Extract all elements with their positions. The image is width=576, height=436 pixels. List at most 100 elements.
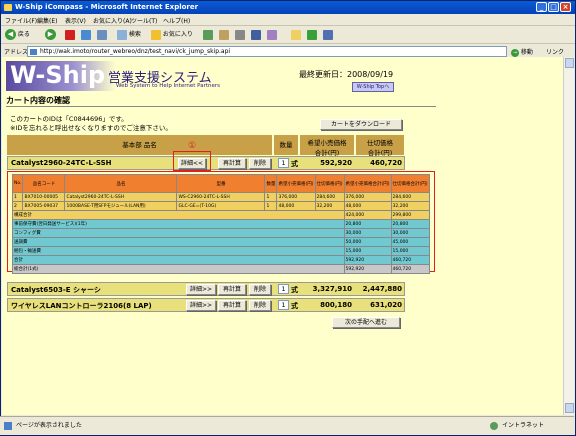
stop-button[interactable] [65, 29, 75, 41]
detail-col-unit-price: 希望小売価格(円) [276, 174, 316, 193]
favorites-button[interactable]: お気に入り [151, 29, 193, 41]
detail-col-unit-cost: 仕切価格(円) [314, 174, 345, 193]
close-button[interactable]: × [560, 2, 571, 12]
back-arrow-icon: ◀ [5, 29, 16, 40]
summary-label: 梱包・輸送費 [12, 246, 345, 256]
detail-col-total-cost: 仕切価格合計(円) [390, 174, 430, 193]
delete-button[interactable]: 削除 [249, 158, 271, 169]
detail-col-code: 品名コード [22, 174, 66, 193]
scroll-up-arrow-icon[interactable] [565, 58, 574, 68]
logo-text: W-Ship [10, 61, 106, 89]
go-label: 移動 [520, 49, 533, 56]
col-qty-header: 数量 [274, 135, 298, 155]
address-input[interactable]: http://wak.imoto/router_webreo/dnz/test_… [27, 46, 507, 57]
cell: 1 [264, 192, 278, 202]
refresh-icon [81, 29, 91, 40]
back-label: 戻る [17, 31, 30, 38]
edit-button[interactable] [251, 29, 261, 41]
cell: 1 [11, 192, 24, 202]
menu-help[interactable]: ヘルプ(H) [163, 16, 190, 25]
minimize-button[interactable]: _ [536, 2, 547, 12]
delete-button[interactable]: 削除 [249, 284, 271, 295]
discuss-button[interactable] [267, 29, 277, 41]
menu-bar: ファイル(F) 編集(E) 表示(V) お気に入り(A) ツール(T) ヘルプ(… [1, 14, 575, 26]
summary-cost: 15,000 [390, 246, 430, 256]
menu-edit[interactable]: 編集(E) [37, 16, 57, 25]
cell: BX7010-00005 [22, 192, 66, 202]
zone-text: イントラネット [502, 422, 545, 429]
home-button[interactable] [97, 29, 107, 41]
logo-sub-text: Web System to Help Internet Partners [116, 83, 220, 89]
product-price: 3,327,910 [312, 285, 352, 293]
search-label: 検索 [128, 31, 141, 38]
menu-tools[interactable]: ツール(T) [131, 16, 157, 25]
wship-top-link[interactable]: W-Ship Topへ [352, 82, 394, 92]
toolbar: ◀ 戻る ▶ 検索 お気に入り [1, 26, 575, 44]
detail-col-total-price: 希望小売価格合計(円) [343, 174, 392, 193]
menu-view[interactable]: 表示(V) [65, 16, 86, 25]
summary-row: コンフィグ費 30,000 30,000 [12, 228, 430, 238]
summary-row: 事前保守費(翌日発送サービス)(1年) 20,800 20,800 [12, 219, 430, 229]
forward-button[interactable]: ▶ [45, 29, 56, 41]
search-button[interactable]: 検索 [117, 29, 141, 41]
cell: 48,000 [276, 201, 316, 211]
cell: 1000BASE-T用SFPモジュール(LAN用) [64, 201, 178, 211]
search-icon [117, 29, 127, 40]
detail-toggle-button[interactable]: 詳細>> [186, 300, 216, 311]
menu-file[interactable]: ファイル(F) [5, 16, 37, 25]
summary-price: 20,800 [343, 219, 392, 229]
mail-button[interactable] [219, 29, 229, 41]
window-title: W-Ship iCompass - Microsoft Internet Exp… [15, 3, 199, 11]
vertical-scrollbar[interactable] [563, 57, 574, 415]
col-price-header: 希望小売価格 合計(円) [300, 135, 354, 157]
cell: BX7005-09037 [22, 201, 66, 211]
go-button[interactable]: → 移動 [511, 47, 533, 57]
mail-icon [219, 29, 229, 40]
product-name: Catalyst6503-E シャーシ [11, 286, 101, 294]
folder-icon [291, 29, 301, 40]
detail-col-name: 品名 [64, 174, 178, 193]
back-button[interactable]: ◀ 戻る [5, 29, 30, 41]
summary-label: コンフィグ費 [12, 228, 345, 238]
refresh-button[interactable] [81, 29, 91, 41]
summary-price: 50,000 [343, 237, 392, 247]
links-button[interactable]: リンク [546, 47, 564, 56]
star-icon [151, 29, 161, 40]
qty-input[interactable]: 1 [278, 158, 289, 168]
detail-toggle-button[interactable]: 詳細>> [186, 284, 216, 295]
menu-favorites[interactable]: お気に入り(A) [93, 16, 132, 25]
summary-cost: 45,000 [390, 237, 430, 247]
history-icon [203, 29, 213, 40]
summary-row: 構成合計 424,000 299,800 [12, 210, 430, 220]
research-icon [323, 29, 333, 40]
recalc-button[interactable]: 再計算 [218, 284, 246, 295]
recalc-button[interactable]: 再計算 [218, 300, 246, 311]
summary-label: 事前保守費(翌日発送サービス)(1年) [12, 219, 345, 229]
col-cost-header: 仕切価格 合計(円) [356, 135, 404, 157]
next-step-button[interactable]: 次の手配へ進む [332, 317, 400, 328]
summary-row: 総合計(1式) 592,920 460,720 [12, 264, 430, 274]
history-button[interactable] [203, 29, 213, 41]
cell: Catalyst2960-24TC-L-SSH [64, 192, 178, 202]
qty-input[interactable]: 1 [278, 284, 289, 294]
cell: 284,600 [390, 192, 430, 202]
stop-icon [65, 29, 75, 40]
folder-button[interactable] [291, 29, 301, 41]
summary-label: 構成合計 [12, 210, 345, 220]
research-button[interactable] [323, 29, 333, 41]
messenger-button[interactable] [307, 29, 317, 41]
last-updated: 最終更新日：2008/09/19 [299, 70, 394, 79]
delete-button[interactable]: 削除 [249, 300, 271, 311]
qty-input[interactable]: 1 [278, 300, 289, 310]
maximize-button[interactable]: □ [548, 2, 559, 12]
edit-icon [251, 29, 261, 40]
cell: 2 [11, 201, 24, 211]
print-button[interactable] [235, 29, 245, 41]
cart-download-button[interactable]: カートをダウンロード [320, 119, 402, 130]
cell: 32,200 [314, 201, 345, 211]
page-icon [30, 49, 37, 55]
recalc-button[interactable]: 再計算 [218, 158, 246, 169]
cell: 376,000 [276, 192, 316, 202]
summary-label: 総合計(1式) [12, 264, 345, 274]
scroll-down-arrow-icon[interactable] [565, 403, 574, 413]
